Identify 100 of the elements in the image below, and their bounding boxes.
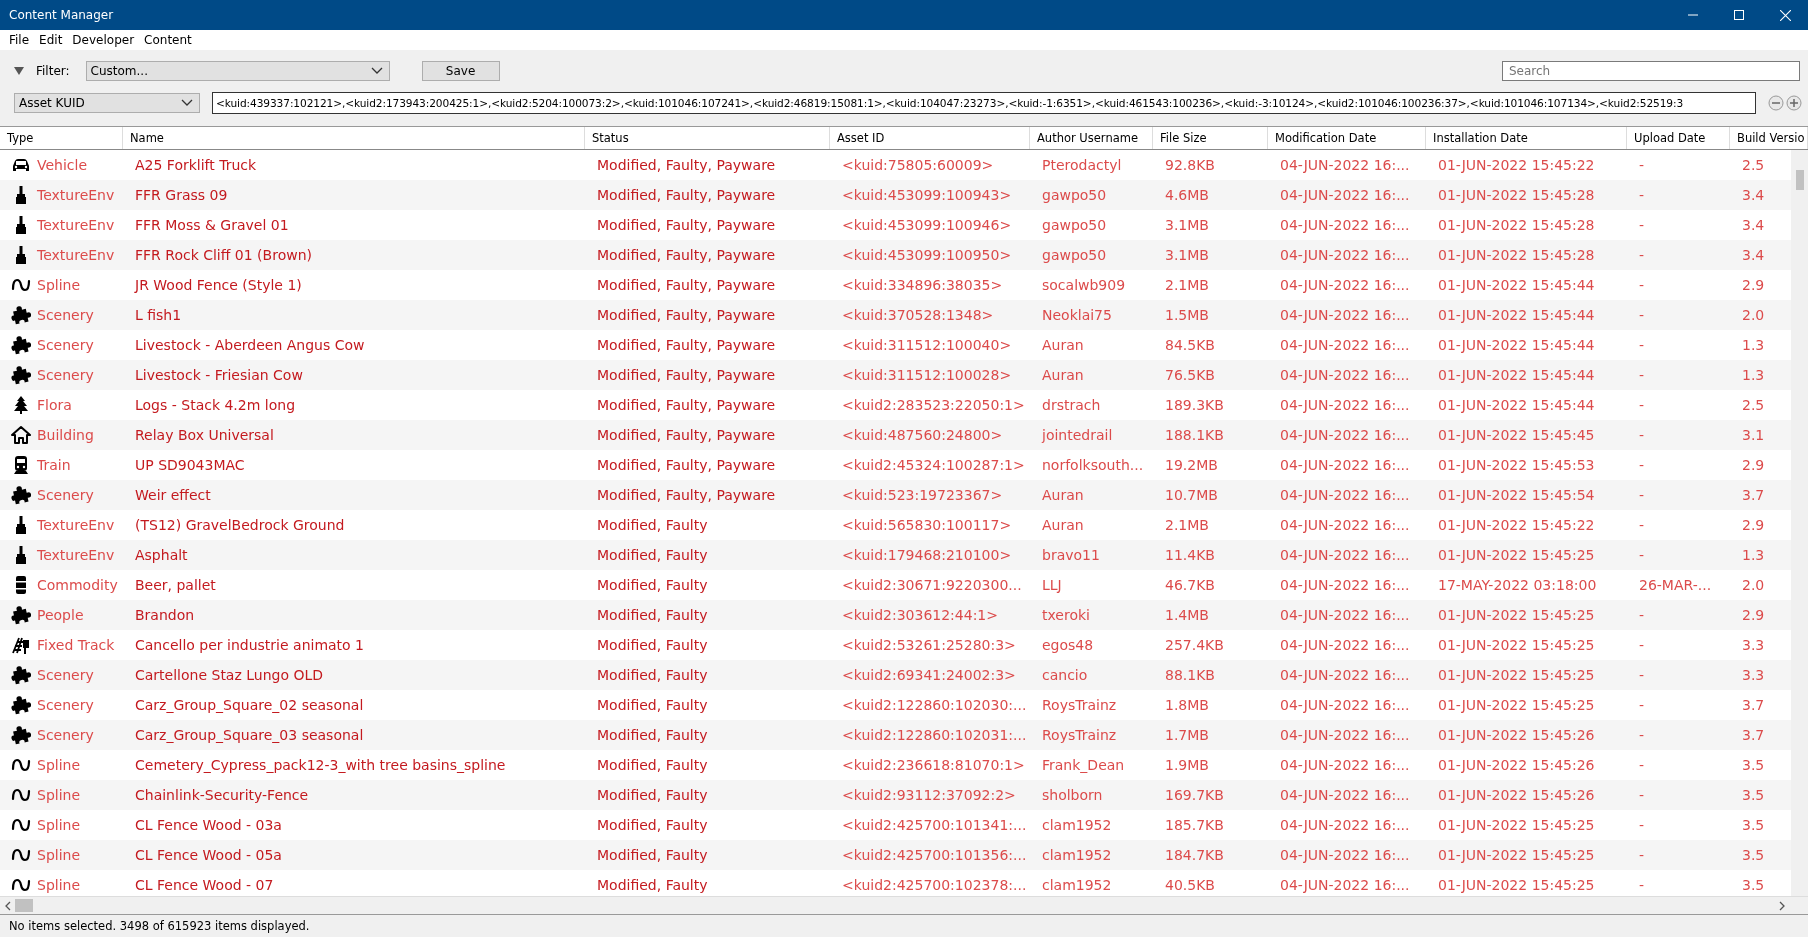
author-cell: clam1952	[1042, 817, 1112, 833]
asset-id-cell: <kuid2:93112:37092:2>	[842, 787, 1016, 803]
status-cell: Modified, Faulty	[597, 697, 708, 713]
type-cell: Scenery	[37, 367, 94, 383]
author-cell: RoysTrainz	[1042, 727, 1117, 743]
collapse-triangle-icon[interactable]	[14, 67, 24, 75]
save-button[interactable]: Save	[421, 61, 500, 81]
scroll-left-icon[interactable]	[4, 900, 12, 911]
status-cell: Modified, Faulty, Payware	[597, 307, 776, 323]
name-cell: Carz_Group_Square_02 seasonal	[135, 697, 364, 713]
status-cell: Modified, Faulty, Payware	[597, 457, 776, 473]
type-cell: Flora	[37, 397, 72, 413]
installation-date-cell: 01-JUN-2022 15:45:44	[1438, 277, 1595, 293]
build-version-cell: 3.7	[1742, 727, 1765, 743]
build-version-cell: 3.3	[1742, 667, 1765, 683]
installation-date-cell: 01-JUN-2022 15:45:25	[1438, 697, 1595, 713]
type-cell: Spline	[37, 877, 81, 893]
asset-id-cell: <kuid2:236618:81070:1>	[842, 757, 1025, 773]
menu-item[interactable]: Content	[139, 33, 197, 47]
track-icon	[11, 635, 31, 655]
modification-date-cell: 04-JUN-2022 16:...	[1280, 157, 1410, 173]
filter-dropdown[interactable]: Custom...	[85, 61, 390, 81]
author-cell: Auran	[1042, 367, 1084, 383]
type-cell: Scenery	[37, 697, 94, 713]
close-icon[interactable]	[1779, 9, 1791, 21]
upload-date-cell: -	[1639, 157, 1645, 173]
installation-date-cell: 01-JUN-2022 15:45:44	[1438, 367, 1595, 383]
installation-date-cell: 01-JUN-2022 15:45:25	[1438, 877, 1595, 893]
menu-item[interactable]: Edit	[34, 33, 68, 47]
build-version-cell: 2.5	[1742, 157, 1765, 173]
author-cell: Frank_Dean	[1042, 757, 1125, 773]
menu-item[interactable]: File	[4, 33, 35, 47]
search-field[interactable]: Search	[1502, 61, 1800, 81]
modification-date-cell: 04-JUN-2022 16:...	[1280, 817, 1410, 833]
menu-item[interactable]: Developer	[67, 33, 140, 47]
add-button[interactable]	[1786, 95, 1802, 111]
modification-date-cell: 04-JUN-2022 16:...	[1280, 247, 1410, 263]
name-cell: Cartellone Staz Lungo OLD	[135, 667, 324, 683]
status-cell: Modified, Faulty	[597, 637, 708, 653]
author-cell: Auran	[1042, 337, 1084, 353]
scroll-thumb[interactable]	[15, 899, 33, 912]
upload-date-cell: -	[1639, 727, 1645, 743]
file-size-cell: 184.7KB	[1165, 847, 1224, 863]
name-cell: A25 Forklift Truck	[135, 157, 257, 173]
build-version-cell: 2.0	[1742, 307, 1765, 323]
upload-date-cell: -	[1639, 547, 1645, 563]
maximize-icon[interactable]	[1734, 10, 1744, 20]
name-cell: CL Fence Wood - 05a	[135, 847, 282, 863]
type-cell: Spline	[37, 847, 81, 863]
name-cell: Cemetery_Cypress_pack12-3_with tree basins_spline	[135, 757, 506, 773]
type-cell: Scenery	[37, 727, 94, 743]
horizontal-scrollbar[interactable]	[0, 896, 1808, 914]
upload-date-cell: -	[1639, 817, 1645, 833]
asset-id-cell: <kuid2:45324:100287:1>	[842, 457, 1025, 473]
author-cell: txeroki	[1042, 607, 1090, 623]
asset-id-cell: <kuid2:30671:9220300...	[842, 577, 1022, 593]
type-cell: TextureEnv	[37, 217, 115, 233]
file-size-cell: 46.7KB	[1165, 577, 1215, 593]
name-cell: Livestock - Friesian Cow	[135, 367, 303, 383]
remove-button[interactable]	[1768, 95, 1784, 111]
type-cell: Spline	[37, 787, 81, 803]
name-cell: FFR Grass 09	[135, 187, 228, 203]
build-version-cell: 2.9	[1742, 277, 1765, 293]
tree-icon	[11, 395, 31, 415]
puzzle-icon	[11, 605, 31, 625]
build-version-cell: 3.4	[1742, 187, 1765, 203]
status-cell: Modified, Faulty	[597, 817, 708, 833]
asset-id-cell: <kuid:453099:100950>	[842, 247, 1012, 263]
status-cell: Modified, Faulty	[597, 787, 708, 803]
modification-date-cell: 04-JUN-2022 16:...	[1280, 727, 1410, 743]
upload-date-cell: -	[1639, 517, 1645, 533]
type-cell: Spline	[37, 277, 81, 293]
window-title: Content Manager	[9, 8, 115, 22]
build-version-cell: 3.7	[1742, 487, 1765, 503]
scroll-thumb[interactable]	[1795, 170, 1804, 190]
file-size-cell: 1.4MB	[1165, 607, 1209, 623]
file-size-cell: 84.5KB	[1165, 337, 1215, 353]
status-cell: Modified, Faulty, Payware	[597, 427, 776, 443]
modification-date-cell: 04-JUN-2022 16:...	[1280, 217, 1410, 233]
vertical-scrollbar[interactable]	[1791, 150, 1808, 896]
author-cell: gawpo50	[1042, 187, 1107, 203]
file-size-cell: 1.7MB	[1165, 727, 1209, 743]
file-size-cell: 185.7KB	[1165, 817, 1224, 833]
field-dropdown[interactable]: Asset KUID	[14, 93, 200, 113]
upload-date-cell: -	[1639, 247, 1645, 263]
upload-date-cell: -	[1639, 607, 1645, 623]
upload-date-cell: -	[1639, 397, 1645, 413]
scroll-right-icon[interactable]	[1778, 900, 1786, 911]
build-version-cell: 1.3	[1742, 367, 1765, 383]
kuid-input-field[interactable]: <kuid:439337:102121>,<kuid2:173943:200425:1>,<kuid2:5204:100073:2>,<kuid:101046:107241>,<kuid2:46819:15081:1>,<kuid:104047:23273>,<kuid:-1:6351>,<kuid:461543:100236>,<kuid:-3:10124>,<kuid2:101046:100236:37>,<kuid:101046:107134>,<kuid2:52519:3	[212, 92, 1756, 114]
file-size-cell: 11.4KB	[1165, 547, 1215, 563]
status-cell: Modified, Faulty	[597, 757, 708, 773]
file-size-cell: 92.8KB	[1165, 157, 1215, 173]
status-cell: Modified, Faulty	[597, 847, 708, 863]
installation-date-cell: 01-JUN-2022 15:45:44	[1438, 397, 1595, 413]
asset-id-cell: <kuid:565830:100117>	[842, 517, 1012, 533]
modification-date-cell: 04-JUN-2022 16:...	[1280, 667, 1410, 683]
modification-date-cell: 04-JUN-2022 16:...	[1280, 787, 1410, 803]
asset-id-cell: <kuid:311512:100028>	[842, 367, 1012, 383]
name-cell: Cancello per industrie animato 1	[135, 637, 365, 653]
